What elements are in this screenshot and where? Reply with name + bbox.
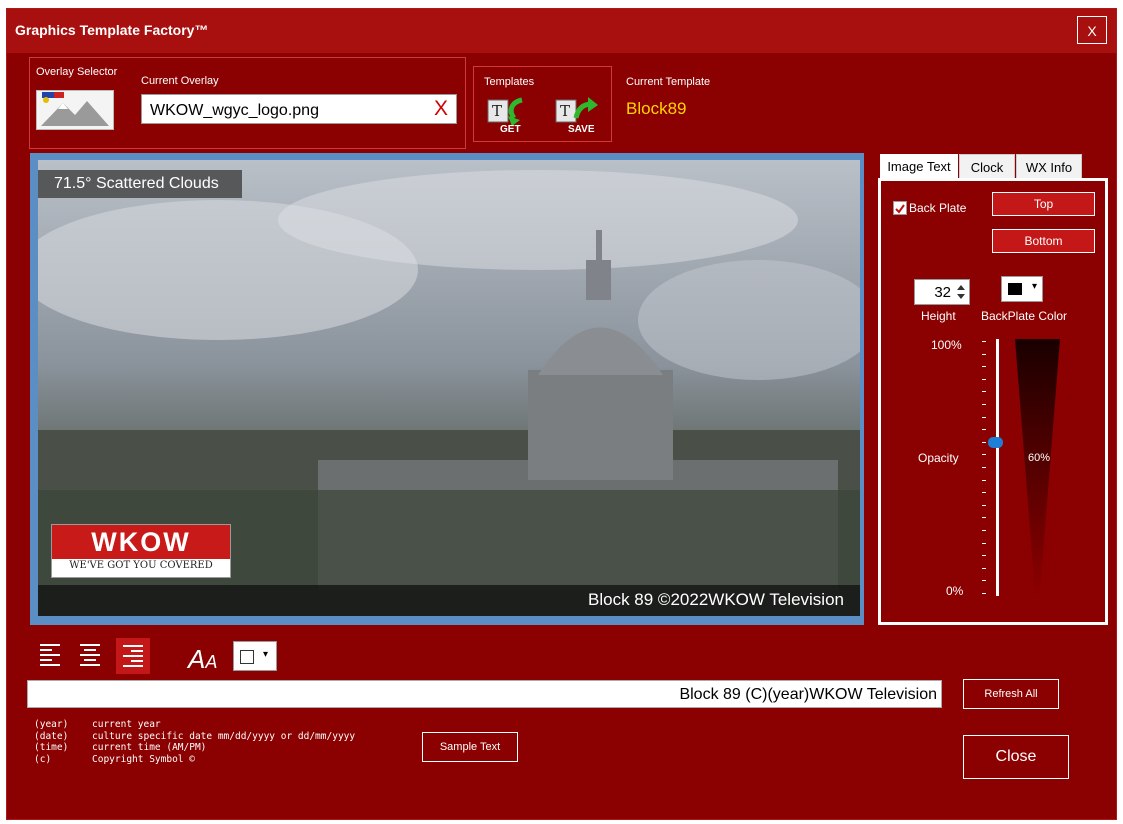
opacity-tick xyxy=(982,429,986,431)
svg-text:SAVE: SAVE xyxy=(568,124,595,132)
bottom-back-plate-text: Block 89 ©2022WKOW Television xyxy=(588,590,844,609)
height-value: 32 xyxy=(934,284,951,301)
overlay-selector-label: Overlay Selector xyxy=(36,66,118,78)
help-row: (date) culture specific date mm/dd/yyyy o… xyxy=(34,730,356,742)
opacity-value: 60% xyxy=(1028,452,1051,464)
overlay-thumbnail-button[interactable] xyxy=(36,90,114,130)
tab-clock[interactable]: Clock xyxy=(959,154,1015,180)
help-row: (year) current year xyxy=(34,719,161,730)
back-plate-checkbox[interactable] xyxy=(893,201,907,215)
opacity-tick xyxy=(982,492,986,494)
opacity-tick xyxy=(982,567,986,569)
check-icon xyxy=(895,204,905,214)
font-icon[interactable]: AA xyxy=(188,644,217,675)
opacity-tick xyxy=(982,441,986,443)
help-row: (time) current time (AM/PM) xyxy=(34,742,207,753)
opacity-tick xyxy=(982,555,986,557)
save-template-button[interactable]: T SAVE xyxy=(554,94,600,135)
current-overlay-label: Current Overlay xyxy=(141,75,219,87)
get-template-button[interactable]: T GET xyxy=(486,96,532,135)
opacity-tick xyxy=(982,378,986,380)
station-logo: WKOW WE'VE GOT YOU COVERED xyxy=(51,524,231,578)
templates-label: Templates xyxy=(484,76,535,88)
window-title: Graphics Template Factory™ xyxy=(15,22,209,38)
current-overlay-field[interactable]: WKOW_wgyc_logo.png X xyxy=(141,94,457,124)
opacity-tick xyxy=(982,479,986,481)
text-color-picker[interactable]: ▾ xyxy=(233,641,277,671)
opacity-tick xyxy=(982,517,986,519)
opacity-tick xyxy=(982,530,986,531)
sample-text-button[interactable]: Sample Text xyxy=(422,732,518,762)
bottom-button[interactable]: Bottom xyxy=(992,229,1095,253)
help-row: (c) Copyright Symbol © xyxy=(34,753,195,765)
opacity-min-label: 0% xyxy=(946,584,964,598)
opacity-slider-track[interactable] xyxy=(996,339,999,596)
get-template-icon: T GET xyxy=(487,97,523,135)
opacity-label: Opacity xyxy=(918,451,959,465)
tab-image-text[interactable]: Image Text xyxy=(880,154,958,180)
opacity-tick xyxy=(982,404,986,405)
chevron-down-icon: ▾ xyxy=(1032,281,1038,292)
current-template-value: Block89 xyxy=(626,99,687,118)
opacity-tick xyxy=(982,504,986,506)
refresh-all-button[interactable]: Refresh All xyxy=(963,679,1059,709)
mountain-icon xyxy=(41,92,109,126)
backplate-color-swatch xyxy=(1008,283,1022,295)
align-center-icon[interactable] xyxy=(78,641,102,667)
height-label: Height xyxy=(921,309,956,323)
bottom-back-plate: Block 89 ©2022WKOW Television xyxy=(38,585,860,616)
backplate-color-picker[interactable]: ▾ xyxy=(1001,276,1043,302)
opacity-tick xyxy=(982,391,986,393)
close-button[interactable]: Close xyxy=(963,735,1069,779)
align-right-icon[interactable] xyxy=(116,638,150,674)
opacity-tick xyxy=(982,467,986,468)
back-plate-label: Back Plate xyxy=(909,201,967,215)
current-template-label: Current Template xyxy=(626,76,711,88)
height-stepper[interactable]: 32 xyxy=(914,279,970,305)
opacity-tick xyxy=(982,416,986,418)
top-button[interactable]: Top xyxy=(992,192,1095,216)
opacity-tick xyxy=(982,580,986,582)
title-bar: Graphics Template Factory™ X xyxy=(7,9,1116,53)
spin-arrows-icon[interactable] xyxy=(955,283,967,301)
text-color-swatch xyxy=(240,650,254,664)
opacity-tick xyxy=(982,542,986,544)
chevron-down-icon: ▾ xyxy=(263,649,269,660)
opacity-tick xyxy=(982,341,986,342)
opacity-tick xyxy=(982,366,986,368)
opacity-tick xyxy=(982,353,986,355)
svg-text:T: T xyxy=(560,102,570,120)
token-help: (year) current year (date) culture specifi… xyxy=(34,719,355,765)
current-overlay-value: WKOW_wgyc_logo.png xyxy=(150,102,319,119)
overlay-text-value: Block 89 (C)(year)WKOW Television xyxy=(679,686,937,703)
overlay-text-field[interactable]: Block 89 (C)(year)WKOW Television xyxy=(27,680,942,708)
opacity-slider-thumb[interactable] xyxy=(988,436,1003,448)
top-back-plate-text: 71.5° Scattered Clouds xyxy=(38,170,242,198)
logo-tagline: WE'VE GOT YOU COVERED xyxy=(69,560,213,571)
svg-text:T: T xyxy=(492,102,502,120)
logo-title: WKOW xyxy=(52,525,230,559)
save-template-icon: T SAVE xyxy=(555,97,598,135)
svg-text:GET: GET xyxy=(500,124,521,134)
opacity-max-label: 100% xyxy=(931,338,962,352)
align-left-icon[interactable] xyxy=(38,641,62,667)
backplate-color-label: BackPlate Color xyxy=(981,309,1068,323)
opacity-tick xyxy=(982,593,986,594)
clear-overlay-button[interactable]: X xyxy=(434,97,448,121)
tab-wx-info[interactable]: WX Info xyxy=(1016,154,1082,180)
window-close-button[interactable]: X xyxy=(1077,16,1107,44)
opacity-tick xyxy=(982,454,986,456)
